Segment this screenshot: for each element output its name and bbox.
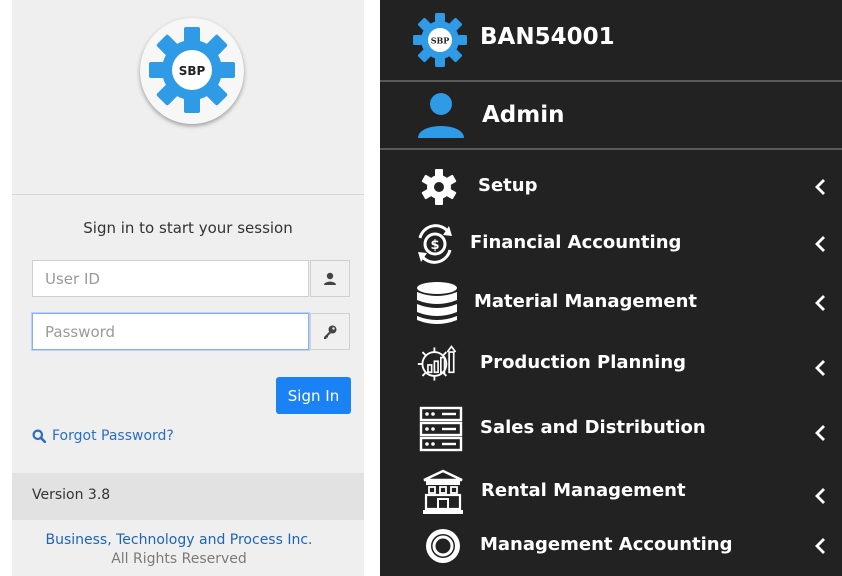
sign-in-button[interactable]: Sign In bbox=[276, 377, 351, 414]
menu-label-rental-management: Rental Management bbox=[481, 480, 686, 501]
dollar-cycle-icon: $ bbox=[412, 219, 458, 269]
chevron-left-icon bbox=[815, 360, 825, 376]
menu-label-setup: Setup bbox=[478, 175, 538, 196]
sidebar-header: SBP BAN54001 bbox=[380, 0, 842, 82]
menu-item-setup[interactable]: Setup bbox=[380, 162, 842, 212]
menu-label-financial-accounting: Financial Accounting bbox=[470, 232, 682, 253]
search-icon bbox=[32, 429, 46, 443]
key-icon bbox=[310, 313, 350, 350]
ring-icon bbox=[420, 521, 466, 571]
user-icon bbox=[310, 260, 350, 297]
password-input[interactable] bbox=[32, 313, 309, 350]
svg-text:$: $ bbox=[430, 238, 439, 253]
menu-item-production-planning[interactable]: Production Planning bbox=[380, 339, 842, 389]
logo-area: SBP bbox=[12, 0, 364, 195]
menu-label-production-planning: Production Planning bbox=[480, 352, 687, 373]
menu-item-material-management[interactable]: Material Management bbox=[380, 278, 842, 328]
user-avatar-icon bbox=[418, 93, 464, 138]
menu-label-material-management: Material Management bbox=[474, 291, 697, 312]
user-id-input[interactable] bbox=[32, 260, 309, 297]
chevron-left-icon bbox=[815, 488, 825, 504]
forgot-password-link[interactable]: Forgot Password? bbox=[32, 428, 174, 444]
menu-label-management-accounting: Management Accounting bbox=[480, 534, 733, 555]
menu-item-rental-management[interactable]: Rental Management bbox=[380, 467, 842, 517]
sbp-logo: SBP bbox=[140, 18, 244, 124]
production-gear-chart-icon bbox=[416, 339, 462, 389]
version-bar: Version 3.8 bbox=[12, 473, 364, 520]
chevron-left-icon bbox=[815, 179, 825, 195]
user-name: Admin bbox=[482, 102, 565, 128]
chevron-left-icon bbox=[815, 236, 825, 252]
gear-logo-icon: SBP bbox=[413, 13, 467, 67]
menu-item-financial-accounting[interactable]: $ Financial Accounting bbox=[380, 219, 842, 269]
rights-text: All Rights Reserved bbox=[111, 551, 247, 567]
server-rack-icon bbox=[418, 404, 464, 454]
chevron-left-icon bbox=[815, 425, 825, 441]
chevron-left-icon bbox=[815, 295, 825, 311]
password-group bbox=[32, 313, 350, 350]
gear-icon bbox=[416, 162, 462, 212]
company-link[interactable]: Business, Technology and Process Inc. bbox=[0, 532, 358, 548]
login-panel: SBP Sign in to start your session Sign I… bbox=[12, 0, 364, 576]
chevron-left-icon bbox=[815, 538, 825, 554]
forgot-password-label: Forgot Password? bbox=[52, 428, 174, 444]
company-code: BAN54001 bbox=[480, 24, 615, 50]
sign-in-prompt: Sign in to start your session bbox=[83, 219, 293, 237]
menu-item-management-accounting[interactable]: Management Accounting bbox=[380, 521, 842, 571]
sidebar: SBP BAN54001 Admin Setup $ Financial Acc… bbox=[380, 0, 842, 576]
logo-text: SBP bbox=[179, 64, 206, 78]
user-id-group bbox=[32, 260, 350, 297]
user-panel[interactable]: Admin bbox=[380, 82, 842, 150]
sidebar-logo-text: SBP bbox=[431, 36, 450, 46]
menu-item-sales-and-distribution[interactable]: Sales and Distribution bbox=[380, 404, 842, 454]
menu-label-sales-and-distribution: Sales and Distribution bbox=[480, 417, 706, 438]
building-icon bbox=[420, 467, 466, 517]
version-text: Version 3.8 bbox=[32, 487, 111, 503]
database-icon bbox=[414, 278, 460, 328]
gear-logo-icon: SBP bbox=[149, 27, 235, 113]
